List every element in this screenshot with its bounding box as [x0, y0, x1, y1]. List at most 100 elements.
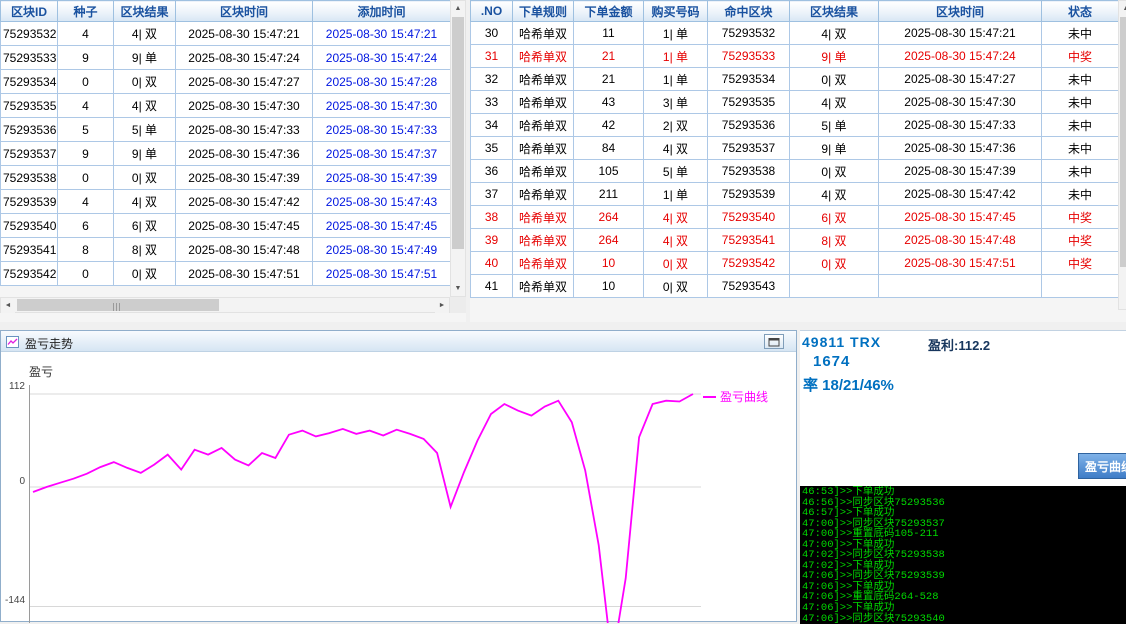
table-row[interactable]: 7529353655| 单2025-08-30 15:47:332025-08-…	[1, 118, 451, 142]
table-cell: 1| 单	[644, 22, 708, 45]
table-cell: 5	[58, 118, 114, 142]
table-row[interactable]: 30哈希单双111| 单752935324| 双2025-08-30 15:47…	[471, 22, 1119, 45]
table-cell: 3| 单	[644, 91, 708, 114]
account-info-panel: 49811 TRX 盈利:112.2 1674 率 18/21/46% 盈亏曲线…	[800, 330, 1126, 623]
scrollbar-corner	[450, 297, 466, 313]
table-row[interactable]: 40哈希单双100| 双752935420| 双2025-08-30 15:47…	[471, 252, 1119, 275]
table-cell: 2025-08-30 15:47:39	[879, 160, 1042, 183]
scroll-up-icon[interactable]: ▲	[1119, 1, 1126, 16]
profit-curve-button[interactable]: 盈亏曲线	[1078, 453, 1126, 479]
table-cell: 31	[471, 45, 513, 68]
column-header-0[interactable]: .NO	[471, 1, 513, 22]
table-cell: 211	[574, 183, 644, 206]
table-row[interactable]: 31哈希单双211| 单752935339| 单2025-08-30 15:47…	[471, 45, 1119, 68]
scroll-left-icon[interactable]: ◄	[1, 298, 15, 313]
table-row[interactable]: 33哈希单双433| 单752935354| 双2025-08-30 15:47…	[471, 91, 1119, 114]
table-cell: 4| 双	[790, 91, 879, 114]
table-row[interactable]: 7529353944| 双2025-08-30 15:47:422025-08-…	[1, 190, 451, 214]
table-row[interactable]: 7529353544| 双2025-08-30 15:47:302025-08-…	[1, 94, 451, 118]
table-row[interactable]: 38哈希单双2644| 双752935406| 双2025-08-30 15:4…	[471, 206, 1119, 229]
window-title: 盈亏走势	[25, 335, 73, 352]
table-row[interactable]: 7529354200| 双2025-08-30 15:47:512025-08-…	[1, 262, 451, 286]
ytick-neg144: -144	[1, 595, 25, 606]
table-cell: 30	[471, 22, 513, 45]
table-cell: 2025-08-30 15:47:39	[176, 166, 313, 190]
table-cell: 哈希单双	[513, 68, 574, 91]
table-row[interactable]: 7529353799| 单2025-08-30 15:47:362025-08-…	[1, 142, 451, 166]
column-header-3[interactable]: 区块时间	[176, 1, 313, 22]
table-cell: 0| 双	[644, 252, 708, 275]
legend-label: 盈亏曲线	[720, 388, 768, 405]
table-row[interactable]: 32哈希单双211| 单752935340| 双2025-08-30 15:47…	[471, 68, 1119, 91]
table-row[interactable]: 7529353400| 双2025-08-30 15:47:272025-08-…	[1, 70, 451, 94]
table-cell: 未中	[1042, 22, 1119, 45]
table-cell: 33	[471, 91, 513, 114]
column-header-6[interactable]: 区块时间	[879, 1, 1042, 22]
table-cell: 4	[58, 190, 114, 214]
column-header-5[interactable]: 区块结果	[790, 1, 879, 22]
table-cell: 264	[574, 229, 644, 252]
table-cell: 哈希单双	[513, 229, 574, 252]
table-cell: 75293536	[708, 114, 790, 137]
column-header-1[interactable]: 下单规则	[513, 1, 574, 22]
table-row[interactable]: 7529354188| 双2025-08-30 15:47:482025-08-…	[1, 238, 451, 262]
table-cell: 哈希单双	[513, 114, 574, 137]
table-cell: 38	[471, 206, 513, 229]
table-row[interactable]: 35哈希单双844| 双752935379| 单2025-08-30 15:47…	[471, 137, 1119, 160]
block-table-horizontal-scrollbar[interactable]: ◄ ►	[0, 297, 450, 313]
table-cell: 未中	[1042, 68, 1119, 91]
block-table-vertical-scrollbar[interactable]: ▲ ▼	[450, 0, 466, 297]
block-table-header-row: 区块ID种子区块结果区块时间添加时间	[1, 1, 451, 22]
column-header-3[interactable]: 购买号码	[644, 1, 708, 22]
scroll-down-icon[interactable]: ▼	[451, 281, 465, 296]
scrollbar-thumb[interactable]	[1120, 17, 1126, 267]
scroll-right-icon[interactable]: ►	[435, 298, 449, 313]
table-cell: 1| 单	[644, 183, 708, 206]
table-row[interactable]: 36哈希单双1055| 单752935380| 双2025-08-30 15:4…	[471, 160, 1119, 183]
table-cell: 哈希单双	[513, 160, 574, 183]
scrollbar-thumb[interactable]	[17, 299, 219, 311]
scroll-up-icon[interactable]: ▲	[451, 1, 465, 16]
table-cell: 8	[58, 238, 114, 262]
table-cell: 4| 双	[114, 94, 176, 118]
table-cell: 0	[58, 70, 114, 94]
table-cell: 2025-08-30 15:47:51	[879, 252, 1042, 275]
table-cell: 2025-08-30 15:47:28	[313, 70, 451, 94]
window-restore-button[interactable]	[764, 334, 784, 349]
column-header-7[interactable]: 状态	[1042, 1, 1119, 22]
chart-window-titlebar[interactable]: 盈亏走势	[1, 331, 796, 352]
table-cell: 75293532	[1, 22, 58, 46]
table-row[interactable]: 39哈希单双2644| 双752935418| 双2025-08-30 15:4…	[471, 229, 1119, 252]
column-header-1[interactable]: 种子	[58, 1, 114, 22]
table-cell: 2025-08-30 15:47:51	[176, 262, 313, 286]
table-cell: 哈希单双	[513, 22, 574, 45]
scrollbar-thumb[interactable]	[452, 17, 464, 249]
column-header-2[interactable]: 下单金额	[574, 1, 644, 22]
table-cell: 中奖	[1042, 252, 1119, 275]
table-cell: 75293533	[708, 45, 790, 68]
table-cell: 中奖	[1042, 206, 1119, 229]
table-cell: 2025-08-30 15:47:30	[176, 94, 313, 118]
column-header-2[interactable]: 区块结果	[114, 1, 176, 22]
table-cell: 9	[58, 46, 114, 70]
column-header-4[interactable]: 添加时间	[313, 1, 451, 22]
table-row[interactable]: 7529354066| 双2025-08-30 15:47:452025-08-…	[1, 214, 451, 238]
column-header-0[interactable]: 区块ID	[1, 1, 58, 22]
table-row[interactable]: 34哈希单双422| 双752935365| 单2025-08-30 15:47…	[471, 114, 1119, 137]
count-text: 1674	[813, 353, 850, 370]
table-row[interactable]: 37哈希单双2111| 单752935394| 双2025-08-30 15:4…	[471, 183, 1119, 206]
table-cell: 21	[574, 68, 644, 91]
table-cell: 2025-08-30 15:47:37	[313, 142, 451, 166]
table-cell: 2025-08-30 15:47:45	[313, 214, 451, 238]
table-cell: 39	[471, 229, 513, 252]
table-row[interactable]: 7529353244| 双2025-08-30 15:47:212025-08-…	[1, 22, 451, 46]
table-row[interactable]: 7529353399| 单2025-08-30 15:47:242025-08-…	[1, 46, 451, 70]
column-header-4[interactable]: 命中区块	[708, 1, 790, 22]
order-table-vertical-scrollbar[interactable]: ▲	[1118, 0, 1126, 310]
table-cell: 0	[58, 166, 114, 190]
log-console[interactable]: 46:53]>>下单成功46:56]>>同步区块7529353646:57]>>…	[800, 486, 1126, 624]
table-row[interactable]: 7529353800| 双2025-08-30 15:47:392025-08-…	[1, 166, 451, 190]
profit-chart-window: 盈亏走势 盈亏 112 0 -144 盈亏曲线	[0, 330, 797, 622]
table-cell: 4| 双	[644, 137, 708, 160]
table-row[interactable]: 41哈希单双100| 双75293543	[471, 275, 1119, 298]
